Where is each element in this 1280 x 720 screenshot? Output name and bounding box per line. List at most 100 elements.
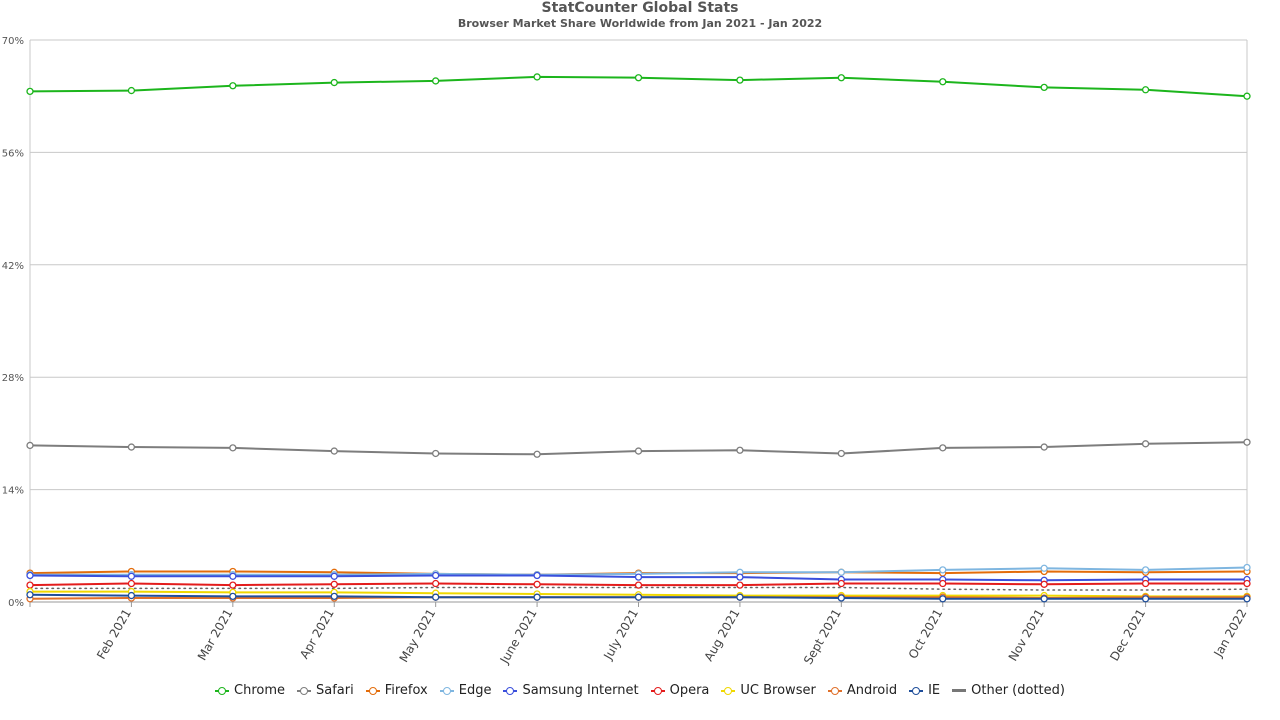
legend-swatch xyxy=(827,686,842,696)
x-tick-label: Dec 2021 xyxy=(1107,607,1148,664)
y-tick-label: 56% xyxy=(2,148,24,159)
x-tick-label: Jan 2022 xyxy=(1211,607,1250,661)
legend-item[interactable]: Edge xyxy=(439,683,492,698)
data-point-chrome xyxy=(432,77,440,85)
data-point-safari xyxy=(330,447,338,455)
legend-label: UC Browser xyxy=(740,683,816,698)
data-point-edge xyxy=(1040,564,1048,572)
y-tick-label: 14% xyxy=(2,486,24,497)
data-point-chrome xyxy=(26,87,34,96)
legend-swatch xyxy=(439,686,454,696)
data-point-samsung-internet xyxy=(634,573,643,581)
y-tick-label: 70% xyxy=(2,36,24,47)
data-point-opera xyxy=(837,579,845,588)
data-point-opera xyxy=(432,579,440,588)
data-point-opera xyxy=(939,579,947,588)
data-point-ie xyxy=(634,593,643,601)
data-point-safari xyxy=(634,447,643,455)
y-tick-label: 0% xyxy=(8,598,24,609)
data-point-samsung-internet xyxy=(229,572,237,580)
legend-label: Safari xyxy=(316,683,354,698)
legend-item[interactable]: UC Browser xyxy=(721,683,816,698)
series-lines xyxy=(29,75,1248,600)
data-point-ie xyxy=(939,595,947,603)
x-tick-label: Feb 2021 xyxy=(94,607,134,662)
data-point-ie xyxy=(1141,595,1150,603)
data-point-safari xyxy=(736,446,744,454)
legend-swatch xyxy=(909,686,924,696)
data-point-opera xyxy=(26,581,34,589)
legend-swatch xyxy=(650,686,665,696)
data-point-safari xyxy=(1243,438,1251,446)
data-point-edge xyxy=(1243,563,1251,572)
legend-label: Chrome xyxy=(234,683,285,698)
legend-item[interactable]: Other (dotted) xyxy=(952,683,1065,698)
data-point-opera xyxy=(1243,579,1251,588)
y-tick-label: 42% xyxy=(2,261,24,272)
legend-item[interactable]: Chrome xyxy=(215,683,285,698)
legend-swatch xyxy=(297,686,311,696)
legend-item[interactable]: Android xyxy=(827,683,898,698)
x-tick-label: Oct 2021 xyxy=(906,607,946,662)
legend-swatch xyxy=(215,686,229,696)
data-point-opera xyxy=(736,581,744,589)
data-point-chrome xyxy=(127,86,136,95)
legend-label: Edge xyxy=(458,683,492,698)
data-point-opera xyxy=(1040,580,1048,588)
x-tick-label: May 2021 xyxy=(397,607,439,665)
line-chart: 0% 14% 28% 42% 56% 70% Feb 2021 Mar 2021 Apr 202… xyxy=(2,36,1251,667)
data-point-chrome xyxy=(1040,83,1048,92)
data-point-ie xyxy=(837,594,845,602)
data-point-safari xyxy=(26,441,34,450)
legend-swatch xyxy=(721,686,736,696)
legend-label: IE xyxy=(928,683,941,698)
data-point-samsung-internet xyxy=(432,571,440,580)
legend-swatch xyxy=(503,686,518,696)
data-point-chrome xyxy=(1243,92,1251,100)
data-point-ie xyxy=(1040,595,1048,603)
data-point-safari xyxy=(837,449,845,458)
data-point-ie xyxy=(736,593,744,601)
data-point-safari xyxy=(229,444,237,452)
data-point-opera xyxy=(634,581,643,589)
legend-label: Opera xyxy=(669,683,710,698)
data-point-chrome xyxy=(229,82,237,90)
data-point-safari xyxy=(1141,440,1150,448)
data-point-ie xyxy=(330,592,338,601)
data-point-ie xyxy=(127,591,136,600)
data-point-samsung-internet xyxy=(533,571,541,580)
data-point-chrome xyxy=(330,78,338,87)
data-point-safari xyxy=(127,443,136,451)
data-point-opera xyxy=(330,580,338,588)
legend-item[interactable]: IE xyxy=(909,683,940,698)
data-point-safari xyxy=(1040,443,1048,451)
legend-item[interactable]: Safari xyxy=(297,683,354,698)
legend-label: Other (dotted) xyxy=(971,683,1065,698)
x-tick-label: Sept 2021 xyxy=(801,607,844,667)
grid-lines xyxy=(30,39,1247,603)
data-point-chrome xyxy=(533,73,541,81)
data-point-edge xyxy=(939,566,947,574)
data-point-ie xyxy=(1243,595,1251,603)
data-point-chrome xyxy=(939,78,947,86)
y-tick-label: 28% xyxy=(2,373,24,384)
data-point-safari xyxy=(533,450,541,458)
legend-label: Android xyxy=(846,683,898,698)
data-point-samsung-internet xyxy=(736,573,744,581)
data-point-opera xyxy=(127,579,136,588)
legend-label: Firefox xyxy=(384,683,428,698)
data-point-ie xyxy=(432,593,440,601)
x-tick-label: Apr 2021 xyxy=(297,607,337,662)
data-point-opera xyxy=(533,580,541,588)
legend-item[interactable]: Firefox xyxy=(365,683,428,698)
legend-label: Samsung Internet xyxy=(522,683,639,698)
data-point-ie xyxy=(533,593,541,601)
legend-swatch xyxy=(365,686,380,696)
x-tick-label: Nov 2021 xyxy=(1006,607,1047,664)
data-point-safari xyxy=(939,444,947,452)
legend-item[interactable]: Opera xyxy=(650,683,710,698)
legend-item[interactable]: Samsung Internet xyxy=(503,683,639,698)
x-tick-label: Aug 2021 xyxy=(701,607,742,664)
legend: Chrome Safari Firefox Edge Samsung Internet O… xyxy=(0,683,1280,698)
data-point-chrome xyxy=(1141,86,1150,94)
